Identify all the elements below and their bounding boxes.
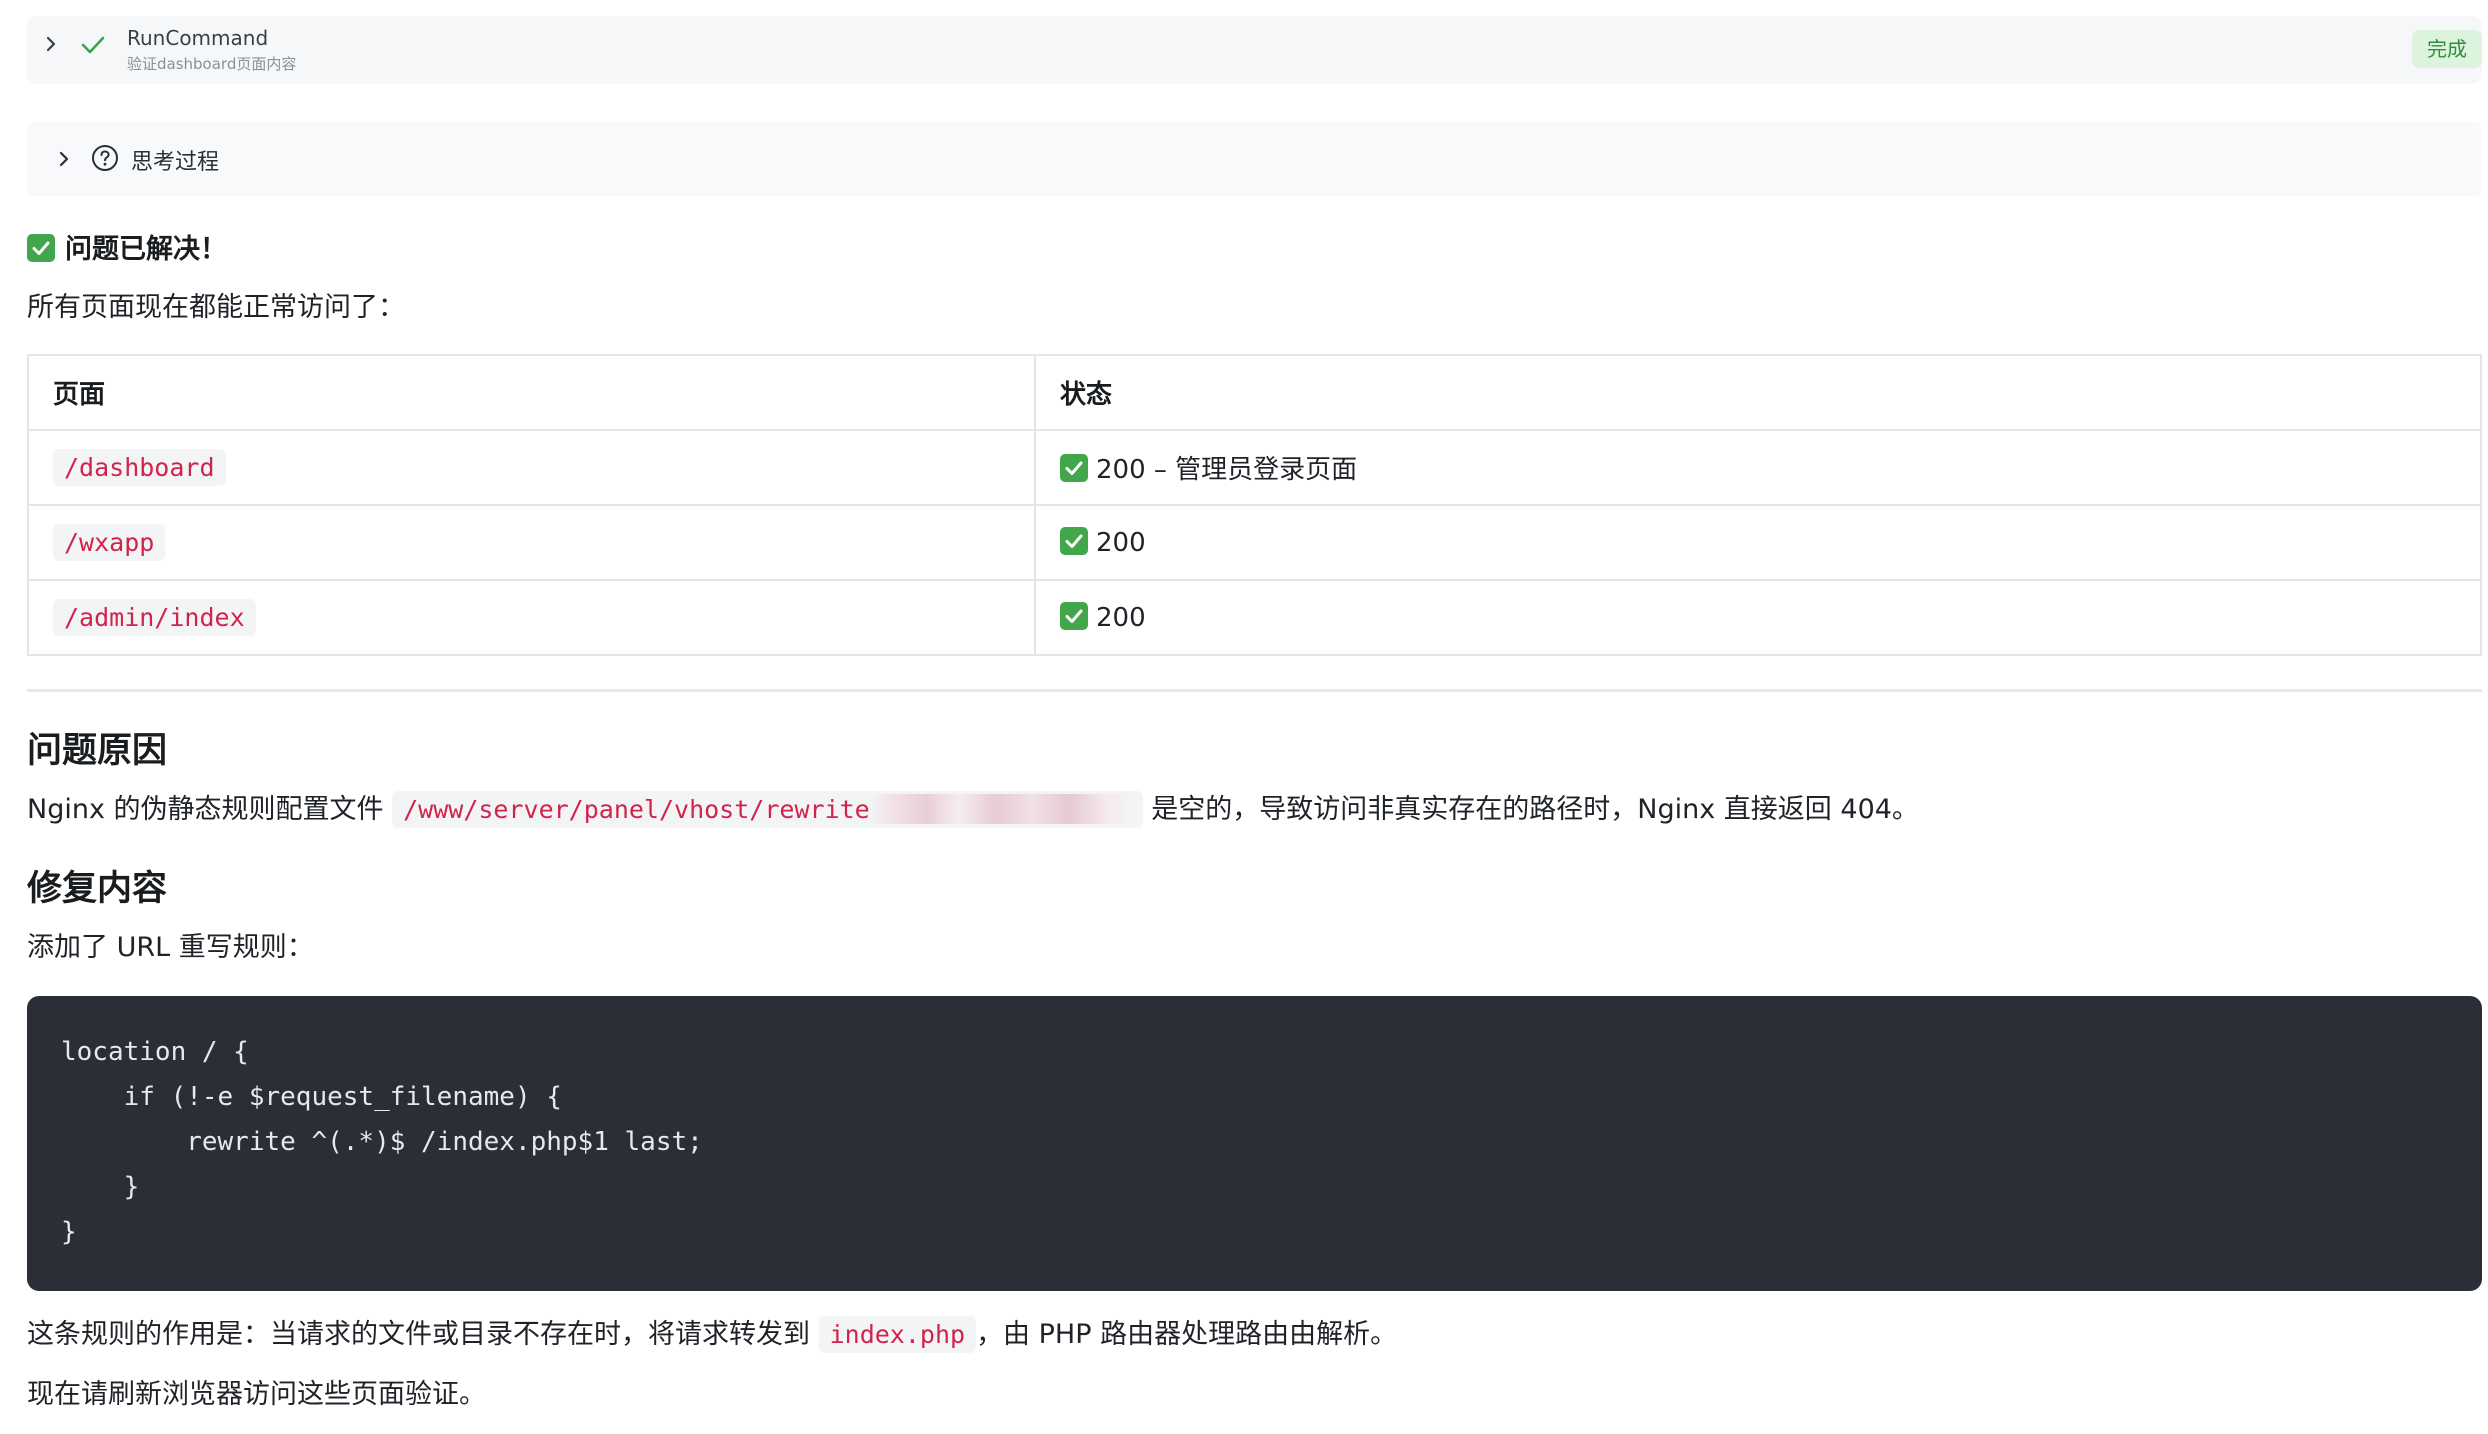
page-cell: /dashboard <box>27 429 1036 506</box>
page-cell: /wxapp <box>27 504 1036 581</box>
status-cell: 200 – 管理员登录页面 <box>1034 429 2482 506</box>
code-block[interactable]: location / { if (!-e $request_filename) … <box>27 996 2482 1291</box>
result-heading: 问题已解决！ <box>27 230 2482 270</box>
table-header-row: 页面 状态 <box>27 354 2482 431</box>
explain-text-before: 这条规则的作用是：当请求的文件或目录不存在时，将请求转发到 <box>27 1319 810 1350</box>
status-badge: 完成 <box>2412 30 2482 68</box>
run-command-card[interactable]: RunCommand 验证dashboard页面内容 完成 <box>27 16 2482 84</box>
fix-intro: 添加了 URL 重写规则： <box>27 932 314 963</box>
cause-text-before: Nginx 的伪静态规则配置文件 <box>27 794 384 825</box>
chevron-right-icon[interactable] <box>54 149 74 169</box>
table-row: /dashboard 200 – 管理员登录页面 <box>27 429 2482 506</box>
cause-heading: 问题原因 <box>27 731 168 771</box>
check-emoji-icon <box>1060 454 1088 482</box>
cause-text-after: 是空的，导致访问非真实存在的路径时，Nginx 直接返回 404。 <box>1151 794 1919 825</box>
thinking-label: 思考过程 <box>131 150 220 175</box>
command-title: RunCommand <box>127 26 269 50</box>
rewrite-path: /www/server/panel/vhost/rewrite <box>392 791 1143 828</box>
result-intro: 所有页面现在都能正常访问了： <box>27 292 405 323</box>
thinking-toggle[interactable]: 思考过程 <box>27 122 2482 196</box>
status-cell: 200 <box>1034 504 2482 581</box>
status-text: 200 <box>1096 528 1146 558</box>
check-icon <box>81 36 105 54</box>
closing-text: 现在请刷新浏览器访问这些页面验证。 <box>27 1379 486 1410</box>
status-table: 页面 状态 /dashboard 200 – 管理员登录页面 /wxapp 20… <box>27 354 2482 656</box>
question-circle-icon <box>92 145 118 171</box>
column-header-page: 页面 <box>27 354 1036 431</box>
page-path: /admin/index <box>53 598 256 636</box>
page-path: /wxapp <box>53 523 166 561</box>
result-heading-text: 问题已解决！ <box>65 234 227 265</box>
status-text: 200 – 管理员登录页面 <box>1096 455 1358 485</box>
check-emoji-icon <box>1060 527 1088 555</box>
fix-explanation: 这条规则的作用是：当请求的文件或目录不存在时，将请求转发到 index.php，… <box>27 1315 2482 1355</box>
status-text: 200 <box>1096 603 1146 633</box>
check-emoji-icon <box>1060 602 1088 630</box>
index-php-code: index.php <box>818 1316 977 1353</box>
chat-message: RunCommand 验证dashboard页面内容 完成 思考过程 问题已解决… <box>27 16 2482 1415</box>
divider <box>27 689 2482 692</box>
explain-text-after: ，由 PHP 路由器处理路由由解析。 <box>976 1319 1398 1350</box>
command-subtitle: 验证dashboard页面内容 <box>127 55 297 73</box>
page-cell: /admin/index <box>27 579 1036 656</box>
redacted-blur <box>869 794 1132 824</box>
fix-heading: 修复内容 <box>27 869 168 909</box>
rewrite-path-text: /www/server/panel/vhost/rewrite <box>403 795 870 824</box>
cause-paragraph: Nginx 的伪静态规则配置文件 /www/server/panel/vhost… <box>27 790 2482 830</box>
page-path: /dashboard <box>53 448 226 486</box>
check-emoji-icon <box>27 234 55 262</box>
table-row: /wxapp 200 <box>27 504 2482 581</box>
status-cell: 200 <box>1034 579 2482 656</box>
chevron-right-icon[interactable] <box>41 34 61 54</box>
column-header-status: 状态 <box>1034 354 2482 431</box>
table-row: /admin/index 200 <box>27 579 2482 656</box>
